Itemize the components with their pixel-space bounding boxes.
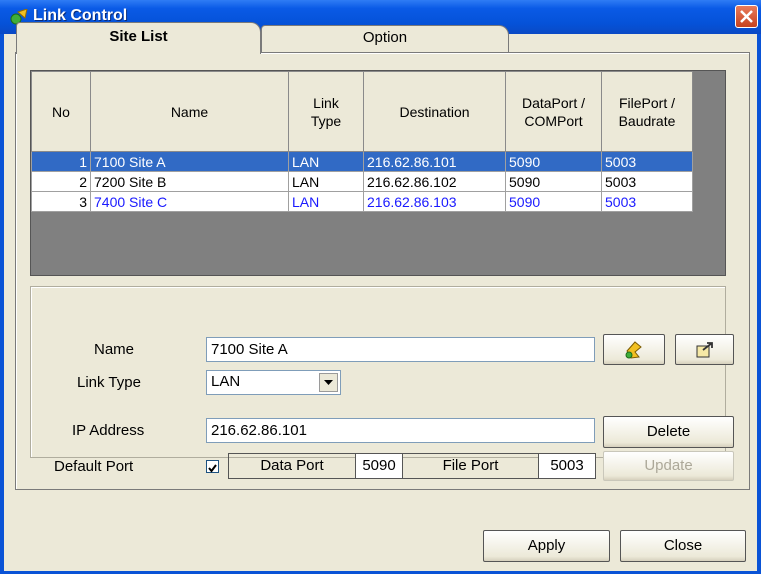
cell-destination: 216.62.86.103 [363, 191, 506, 212]
connect-button[interactable] [603, 334, 665, 365]
cell-name: 7100 Site A [90, 151, 289, 172]
header-no[interactable]: No [31, 71, 91, 152]
cell-destination: 216.62.86.102 [363, 171, 506, 192]
table-row[interactable]: 3 7400 Site C LAN 216.62.86.103 5090 500… [31, 191, 693, 212]
cell-name: 7400 Site C [90, 191, 289, 212]
delete-button[interactable]: Delete [603, 416, 734, 448]
cell-no: 1 [31, 151, 91, 172]
tab-option-label: Option [362, 29, 408, 46]
data-port-label: Data Port [229, 454, 356, 478]
cell-file-port: 5003 [601, 151, 693, 172]
link-type-select[interactable]: LAN [206, 370, 341, 395]
header-destination[interactable]: Destination [363, 71, 506, 152]
close-button[interactable]: Close [620, 530, 746, 562]
checkmark-icon [208, 464, 217, 473]
close-window-button[interactable] [735, 5, 758, 28]
cell-no: 3 [31, 191, 91, 212]
cell-link-type: LAN [288, 191, 364, 212]
export-icon [696, 342, 713, 358]
link-control-window: Link Control Option Site List No Name Li… [0, 0, 761, 574]
cell-file-port: 5003 [601, 191, 693, 212]
name-label: Name [94, 341, 135, 358]
header-file-port[interactable]: FilePort / Baudrate [601, 71, 693, 152]
port-table: Data Port 5090 File Port 5003 [228, 453, 596, 479]
link-type-value: LAN [211, 373, 241, 390]
table-row[interactable]: 2 7200 Site B LAN 216.62.86.102 5090 500… [31, 171, 693, 192]
ip-address-field[interactable]: 216.62.86.101 [206, 418, 595, 443]
cell-link-type: LAN [288, 171, 364, 192]
update-button[interactable]: Update [603, 451, 734, 481]
tab-site-list[interactable]: Site List [16, 22, 261, 54]
link-type-label: Link Type [77, 374, 141, 391]
cell-data-port: 5090 [505, 191, 602, 212]
site-list-grid[interactable]: No Name Link Type Destination DataPort /… [30, 70, 726, 276]
cell-data-port: 5090 [505, 171, 602, 192]
cell-data-port: 5090 [505, 151, 602, 172]
header-data-port[interactable]: DataPort / COMPort [505, 71, 602, 152]
default-port-checkbox[interactable] [206, 460, 219, 473]
tab-option[interactable]: Option [261, 25, 509, 52]
name-field[interactable]: 7100 Site A [206, 337, 595, 362]
cell-no: 2 [31, 171, 91, 192]
data-port-field[interactable]: 5090 [356, 454, 403, 478]
cell-file-port: 5003 [601, 171, 693, 192]
default-port-label: Default Port [54, 458, 134, 475]
connect-icon [625, 341, 642, 359]
cell-name: 7200 Site B [90, 171, 289, 192]
table-row[interactable]: 1 7100 Site A LAN 216.62.86.101 5090 500… [31, 151, 693, 172]
export-button[interactable] [675, 334, 734, 365]
apply-button[interactable]: Apply [483, 530, 610, 562]
cell-link-type: LAN [288, 151, 364, 172]
chevron-down-icon[interactable] [319, 373, 338, 392]
site-table: No Name Link Type Destination DataPort /… [31, 71, 693, 212]
header-link-type[interactable]: Link Type [288, 71, 364, 152]
tab-site-list-label: Site List [109, 28, 168, 45]
cell-destination: 216.62.86.101 [363, 151, 506, 172]
file-port-label: File Port [403, 454, 539, 478]
file-port-field[interactable]: 5003 [539, 454, 595, 478]
header-name[interactable]: Name [90, 71, 289, 152]
ip-address-label: IP Address [72, 422, 145, 439]
close-icon [740, 10, 753, 23]
